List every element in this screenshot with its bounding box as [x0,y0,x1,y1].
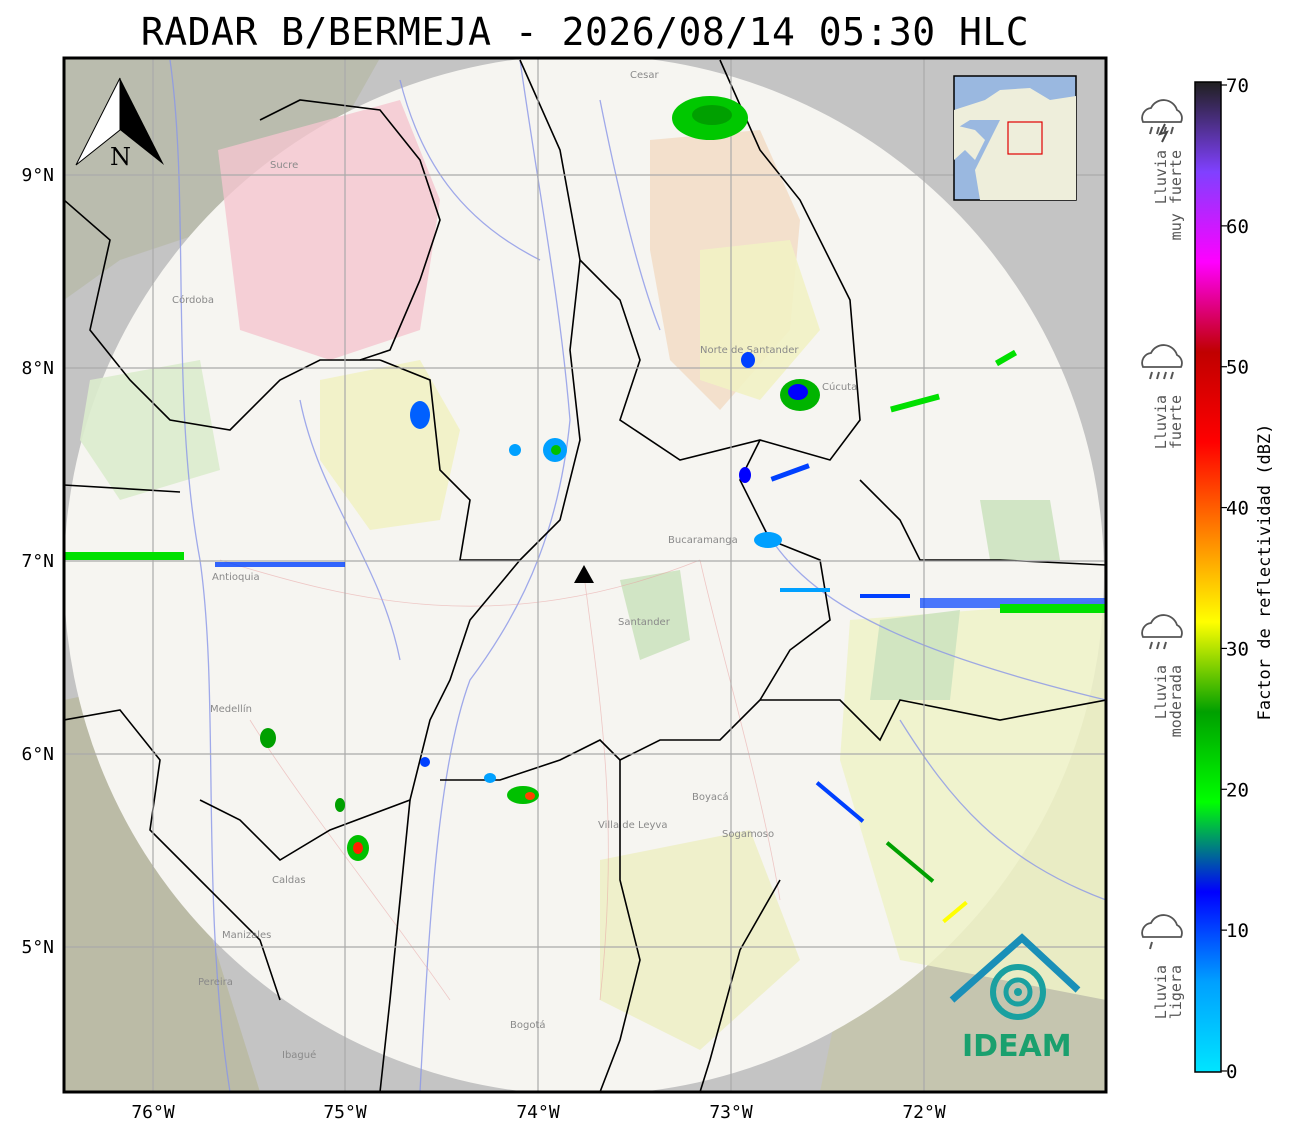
place-label: Medellín [210,703,252,715]
lon-label: 74°W [516,1102,560,1123]
place-label: Pereira [198,977,233,988]
lon-label: 75°W [323,1102,367,1123]
rain-category-label: Lluviafuerte [1152,395,1185,449]
inset-locator-map [953,75,1077,201]
moderate-rain-cloud-icon [1141,614,1183,650]
lat-label: 6°N [21,744,54,765]
place-label: Ibagué [282,1049,316,1061]
place-label: Caldas [272,875,306,886]
rain-category-label: Lluvialigera [1152,965,1185,1019]
lon-label: 72°W [902,1102,946,1123]
place-label: Sucre [270,160,298,171]
place-label: Antioquia [212,572,260,583]
colorbar-tick-label: 60 [1226,216,1249,238]
light-rain-cloud-icon [1141,914,1183,950]
colorbar-tick-label: 20 [1226,779,1249,801]
storm-cloud-icon [1141,99,1183,143]
lat-label: 9°N [21,165,54,186]
place-label: Cesar [630,70,659,81]
colorbar-tick-label: 0 [1226,1061,1237,1083]
colorbar-title: Factor de reflectividad (dBZ) [1255,424,1275,721]
colorbar-tick-label: 10 [1226,920,1249,942]
place-label: Sogamoso [722,829,774,840]
latitude-labels: 9°N 8°N 7°N 6°N 5°N [21,165,54,958]
place-label: Cúcuta [822,381,857,393]
colorbar-ticks: 70 60 50 40 30 20 10 0 [1221,75,1249,1083]
ideam-logo-text: IDEAM [962,1029,1072,1064]
colorbar-tick-label: 40 [1226,498,1249,520]
place-label: Bogotá [510,1019,546,1031]
place-label: Córdoba [172,294,214,306]
map-area: CesarSucreCórdobaNorte de SantanderAntio… [64,58,1106,1092]
lon-label: 76°W [131,1102,175,1123]
rain-intensity-legend: Lluviamuy fuerte Lluviafuerte Lluviamodera… [1141,99,1185,1019]
place-label: Boyacá [692,791,729,803]
lon-label: 73°W [709,1102,753,1123]
colorbar-tick-label: 70 [1226,75,1249,97]
lat-label: 5°N [21,937,54,958]
colorbar-tick-label: 50 [1226,357,1249,379]
place-label: Manizales [222,930,271,941]
rain-category-label: Lluviamuy fuerte [1152,150,1185,240]
colorbar-tick-label: 30 [1226,638,1249,660]
reflectivity-colorbar [1194,81,1222,1073]
lat-label: 8°N [21,358,54,379]
place-label: Villa de Leyva [598,820,667,831]
rain-category-label: Lluviamoderada [1152,665,1185,737]
longitude-labels: 76°W 75°W 74°W 73°W 72°W [131,1102,946,1123]
heavy-rain-cloud-icon [1141,344,1183,380]
place-label: Bucaramanga [668,535,738,546]
lat-label: 7°N [21,551,54,572]
place-label: Santander [618,617,671,628]
north-label: N [110,143,131,171]
radar-map: CesarSucreCórdobaNorte de SantanderAntio… [21,56,1275,1123]
